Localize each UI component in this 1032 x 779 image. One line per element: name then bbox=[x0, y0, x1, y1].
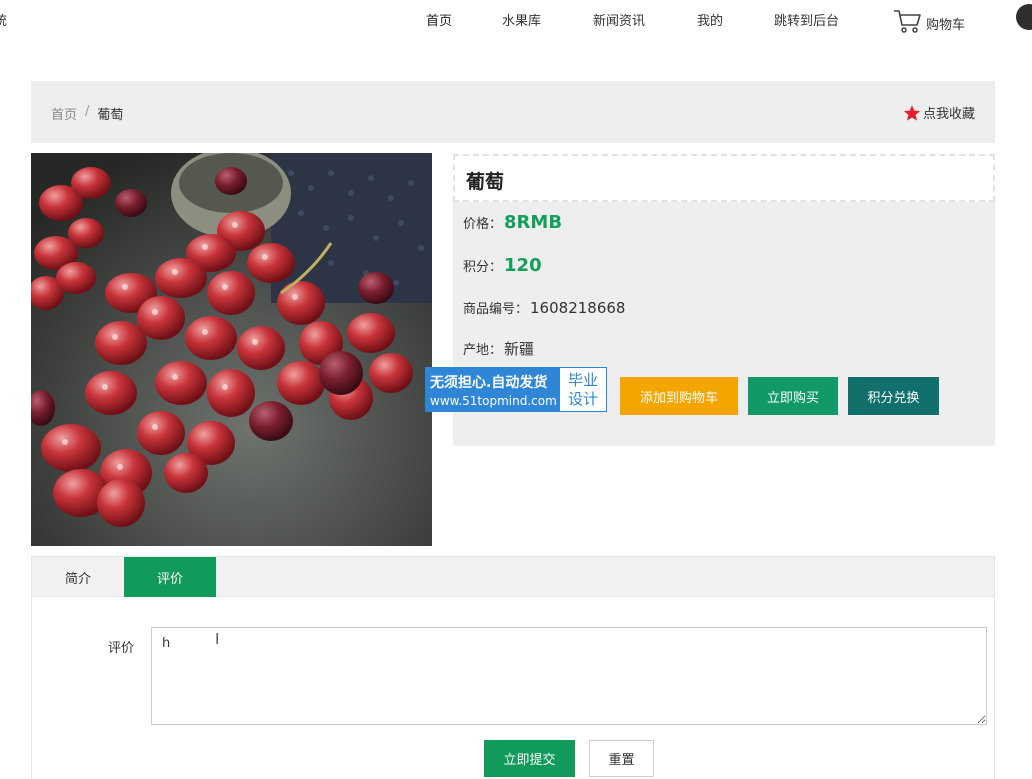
top-nav: 首页 水果库 新闻资讯 我的 跳转到后台 购物车 bbox=[0, 8, 1032, 34]
origin-label: 产地： bbox=[463, 343, 503, 358]
cart-link[interactable]: 购物车 bbox=[892, 8, 965, 34]
price-value: 8RMB bbox=[504, 212, 563, 233]
product-image bbox=[31, 153, 432, 546]
shopping-cart-icon bbox=[894, 10, 921, 33]
points-value: 120 bbox=[504, 255, 542, 276]
breadcrumb-home[interactable]: 首页 bbox=[51, 104, 77, 123]
breadcrumb-current: 葡萄 bbox=[97, 108, 124, 123]
nav-item-mine[interactable]: 我的 bbox=[697, 10, 723, 29]
breadcrumb-separator: / bbox=[85, 104, 90, 119]
product-title-box: 葡萄 bbox=[453, 154, 995, 202]
nav-item-fruit-library[interactable]: 水果库 bbox=[502, 10, 541, 29]
product-code-row: 商品编号： 1608218668 bbox=[463, 298, 626, 318]
nav-item-admin[interactable]: 跳转到后台 bbox=[774, 10, 839, 29]
review-panel: 评价 h I 立即提交 重置 bbox=[31, 597, 995, 779]
watermark-badge-top: 毕业 bbox=[567, 370, 598, 389]
product-title: 葡萄 bbox=[466, 171, 505, 193]
watermark-banner: 无须担心.自动发货 www.51topmind.com 毕业 设计 bbox=[425, 367, 607, 412]
submit-review-button[interactable]: 立即提交 bbox=[484, 740, 575, 777]
points-row: 积分： 120 bbox=[463, 255, 542, 276]
buy-now-button[interactable]: 立即购买 bbox=[748, 377, 838, 415]
favorite-label: 点我收藏 bbox=[922, 107, 975, 122]
price-row: 价格： 8RMB bbox=[463, 212, 562, 233]
product-code-label: 商品编号： bbox=[463, 302, 529, 317]
breadcrumb-bar: 首页 / 葡萄 点我收藏 bbox=[31, 81, 995, 143]
tab-intro[interactable]: 简介 bbox=[32, 557, 124, 597]
star-icon bbox=[903, 104, 921, 121]
watermark-url: www.51topmind.com bbox=[430, 393, 557, 408]
nav-item-home[interactable]: 首页 bbox=[426, 10, 452, 29]
add-to-cart-button[interactable]: 添加到购物车 bbox=[620, 377, 738, 415]
text-cursor-icon: I bbox=[215, 630, 220, 648]
points-label: 积分： bbox=[463, 260, 503, 275]
price-label: 价格： bbox=[463, 217, 503, 232]
watermark-text: 无须担心.自动发货 www.51topmind.com bbox=[426, 368, 560, 411]
breadcrumb: 首页 / 葡萄 bbox=[51, 104, 123, 123]
review-label: 评价 bbox=[108, 641, 135, 656]
origin-value: 新疆 bbox=[504, 340, 535, 358]
watermark-badge-bottom: 设计 bbox=[567, 389, 598, 408]
origin-row: 产地： 新疆 bbox=[463, 338, 534, 359]
watermark-line1: 无须担心.自动发货 bbox=[430, 374, 548, 391]
watermark-badge: 毕业 设计 bbox=[560, 368, 606, 411]
tab-review[interactable]: 评价 bbox=[124, 557, 216, 597]
favorite-button[interactable]: 点我收藏 bbox=[903, 103, 975, 122]
review-textarea[interactable]: h bbox=[151, 627, 987, 725]
reset-button[interactable]: 重置 bbox=[589, 740, 654, 777]
points-exchange-button[interactable]: 积分兑换 bbox=[848, 377, 939, 415]
cart-label: 购物车 bbox=[926, 18, 966, 33]
nav-item-news[interactable]: 新闻资讯 bbox=[593, 10, 645, 29]
product-code-value: 1608218668 bbox=[530, 298, 626, 317]
detail-tabs: 简介 评价 bbox=[31, 556, 995, 597]
